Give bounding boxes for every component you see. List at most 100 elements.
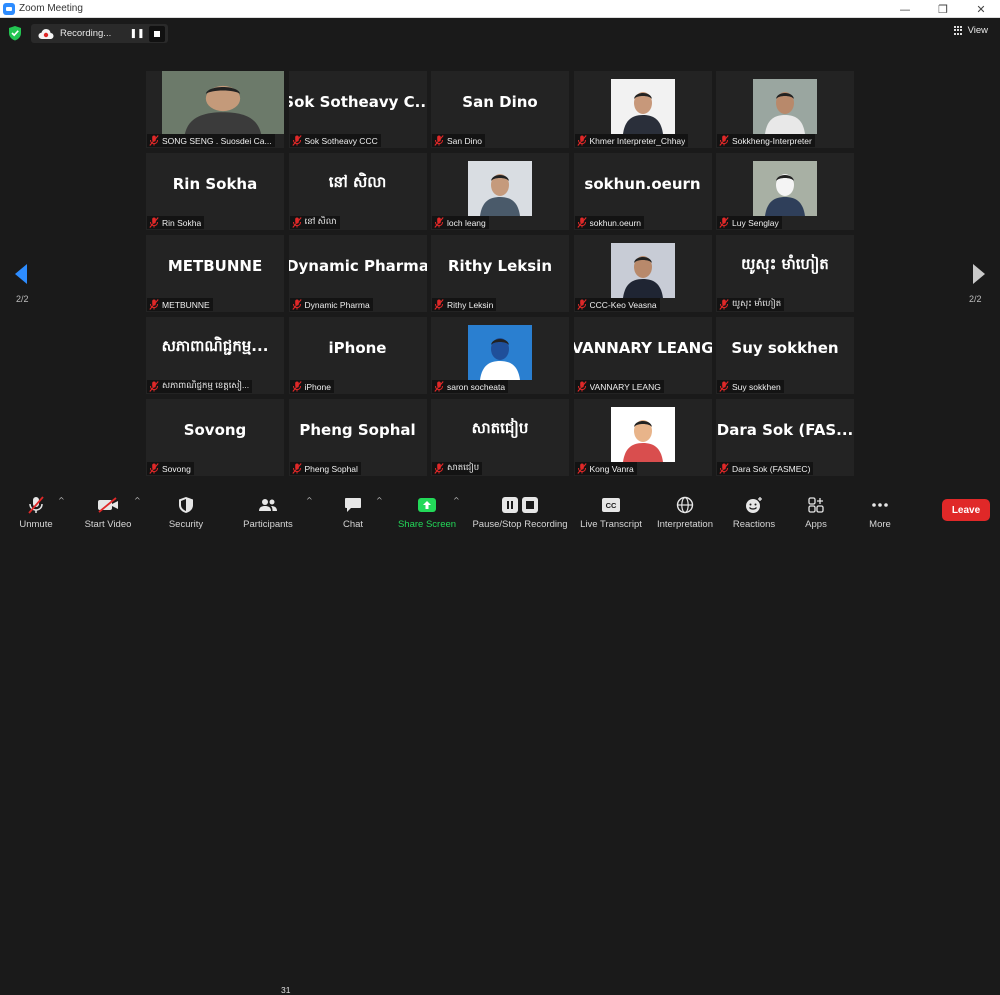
participants-options-caret[interactable]: ^ [306, 496, 313, 505]
participant-tile[interactable]: សភាពាណិជ្ជកម្ម... សភាពាណិជ្ជកម្ម ខេត្តសៀ.… [146, 317, 284, 394]
participant-caption: SONG SENG . Suosdei Ca... [147, 134, 275, 147]
participant-caption: loch leang [432, 216, 489, 229]
participant-tile[interactable]: VANNARY LEANG VANNARY LEANG [573, 317, 712, 394]
meeting-toolbar: Unmute ^ Start Video ^ Security Particip… [0, 488, 1000, 995]
reactions-button[interactable]: Reactions [728, 488, 780, 531]
participant-caption-text: VANNARY LEANG [589, 381, 661, 392]
participant-caption: Kong Vanra [574, 462, 637, 475]
participant-tile[interactable]: Sovong Sovong [146, 399, 284, 476]
mic-muted-icon [434, 299, 444, 310]
participant-tile[interactable]: Dynamic Pharma Dynamic Pharma [288, 235, 427, 312]
participant-tile[interactable]: Dara Sok (FAS... Dara Sok (FASMEC) [716, 399, 854, 476]
interpretation-button[interactable]: Interpretation [652, 488, 718, 531]
grid-view-icon [953, 25, 964, 36]
window-title: Zoom Meeting [19, 3, 83, 14]
pause-recording-icon[interactable]: ❚❚ [129, 27, 144, 41]
encryption-shield-icon[interactable] [8, 25, 22, 41]
pause-stop-recording-label: Pause/Stop Recording [472, 519, 568, 530]
participant-caption: saron socheata [432, 380, 509, 393]
share-screen-button[interactable]: Share Screen [396, 488, 458, 531]
participant-tile[interactable]: យូសុះ មាំហៀត យូសុះ មាំហៀត [716, 235, 854, 312]
previous-page-icon[interactable] [14, 263, 28, 285]
participant-caption: CCC-Keo Veasna [574, 298, 660, 311]
participant-caption: Rithy Leksin [432, 298, 497, 311]
participant-caption-text: សាតជៀប [447, 462, 480, 472]
participant-caption-text: Sokkheng-Interpreter [732, 135, 812, 146]
participant-tile[interactable]: Kong Vanra [573, 399, 712, 476]
mic-muted-icon [434, 217, 444, 228]
participant-caption: Khmer Interpreter_Chhay [574, 134, 689, 147]
participant-tile[interactable]: Luy Senglay [716, 153, 854, 230]
participant-tile[interactable]: iPhone iPhone [288, 317, 427, 394]
more-button[interactable]: More [860, 488, 900, 531]
participant-tile[interactable]: loch leang [431, 153, 569, 230]
next-page-icon[interactable] [972, 263, 986, 285]
participant-caption-text: Pheng Sophal [304, 463, 358, 474]
participant-tile[interactable]: Khmer Interpreter_Chhay [573, 71, 712, 148]
participant-tile[interactable]: Sokkheng-Interpreter [716, 71, 854, 148]
chat-button[interactable]: Chat [336, 488, 370, 531]
reactions-label: Reactions [732, 519, 776, 530]
participant-tile[interactable]: San Dino San Dino [431, 71, 569, 148]
participant-caption-text: Dynamic Pharma [304, 299, 370, 310]
participant-tile[interactable]: សាតជៀប សាតជៀប [431, 399, 569, 476]
minimize-button[interactable]: — [886, 0, 924, 18]
mic-muted-icon [719, 463, 729, 474]
participant-tile[interactable]: CCC-Keo Veasna [573, 235, 712, 312]
participant-caption-text: នៅ សិលា [304, 216, 337, 226]
participant-display-name: Dara Sok (FAS... [716, 421, 854, 439]
participant-tile[interactable]: Rithy Leksin Rithy Leksin [431, 235, 569, 312]
participants-button[interactable]: Participants [240, 488, 296, 531]
mic-muted-icon [149, 463, 159, 474]
participant-tile[interactable]: នៅ សិលា នៅ សិលា [288, 153, 427, 230]
audio-options-caret[interactable]: ^ [58, 496, 65, 505]
participant-display-name: Sovong [183, 421, 247, 439]
zoom-app-icon [3, 2, 15, 15]
stop-recording-icon[interactable] [149, 25, 165, 42]
restore-button[interactable]: ❐ [924, 0, 962, 18]
cc-icon: CC [602, 498, 620, 512]
participant-caption-text: Rithy Leksin [447, 299, 494, 310]
participant-tile[interactable]: Pheng Sophal Pheng Sophal [288, 399, 427, 476]
participant-tile[interactable]: Suy sokkhen Suy sokkhen [716, 317, 854, 394]
video-options-caret[interactable]: ^ [134, 496, 141, 505]
mic-muted-icon [576, 381, 587, 392]
unmute-button[interactable]: Unmute [14, 488, 58, 531]
participant-display-name: នៅ សិលា [328, 173, 387, 191]
participant-caption: San Dino [432, 134, 485, 147]
participant-tile[interactable]: sokhun.oeurn sokhun.oeurn [573, 153, 712, 230]
mic-muted-icon [291, 217, 302, 228]
share-options-caret[interactable]: ^ [453, 496, 460, 505]
page-indicator-right: 2/2 [969, 294, 982, 304]
participant-display-name: Sok Sotheavy C... [288, 93, 427, 111]
share-screen-label: Share Screen [397, 519, 457, 530]
participants-count: 31 [281, 985, 291, 995]
participant-tile[interactable]: SONG SENG . Suosdei Ca... [146, 71, 284, 148]
close-button[interactable]: ✕ [962, 0, 1000, 18]
participant-caption: Luy Senglay [717, 216, 782, 229]
participant-caption-text: Sok Sotheavy CCC [304, 135, 378, 146]
cloud-record-icon [38, 28, 54, 39]
participant-caption-text: Suy sokkhen [732, 381, 781, 392]
participant-tile[interactable]: Rin Sokha Rin Sokha [146, 153, 284, 230]
mic-muted-icon [149, 135, 159, 146]
start-video-button[interactable]: Start Video [80, 488, 136, 531]
participant-tile[interactable]: Sok Sotheavy C... Sok Sotheavy CCC [288, 71, 427, 148]
participant-video [610, 407, 675, 462]
live-transcript-button[interactable]: CC Live Transcript [576, 488, 646, 531]
security-button[interactable]: Security [164, 488, 208, 531]
participant-caption-text: Khmer Interpreter_Chhay [589, 135, 686, 146]
chat-options-caret[interactable]: ^ [376, 496, 383, 505]
participant-caption: សភាពាណិជ្ជកម្ម ខេត្តសៀ... [147, 380, 253, 393]
participant-tile[interactable]: METBUNNE METBUNNE [146, 235, 284, 312]
participant-display-name: Suy sokkhen [731, 339, 839, 357]
smiley-icon [746, 497, 762, 513]
participant-caption: នៅ សិលា [289, 216, 340, 229]
apps-button[interactable]: Apps [796, 488, 836, 531]
leave-button[interactable]: Leave [942, 499, 990, 521]
mic-muted-icon [719, 217, 729, 228]
pause-stop-recording-button[interactable]: Pause/Stop Recording [470, 488, 570, 531]
participant-caption-text: iPhone [304, 381, 331, 392]
participant-tile[interactable]: saron socheata [431, 317, 569, 394]
view-button[interactable]: View [953, 25, 988, 36]
